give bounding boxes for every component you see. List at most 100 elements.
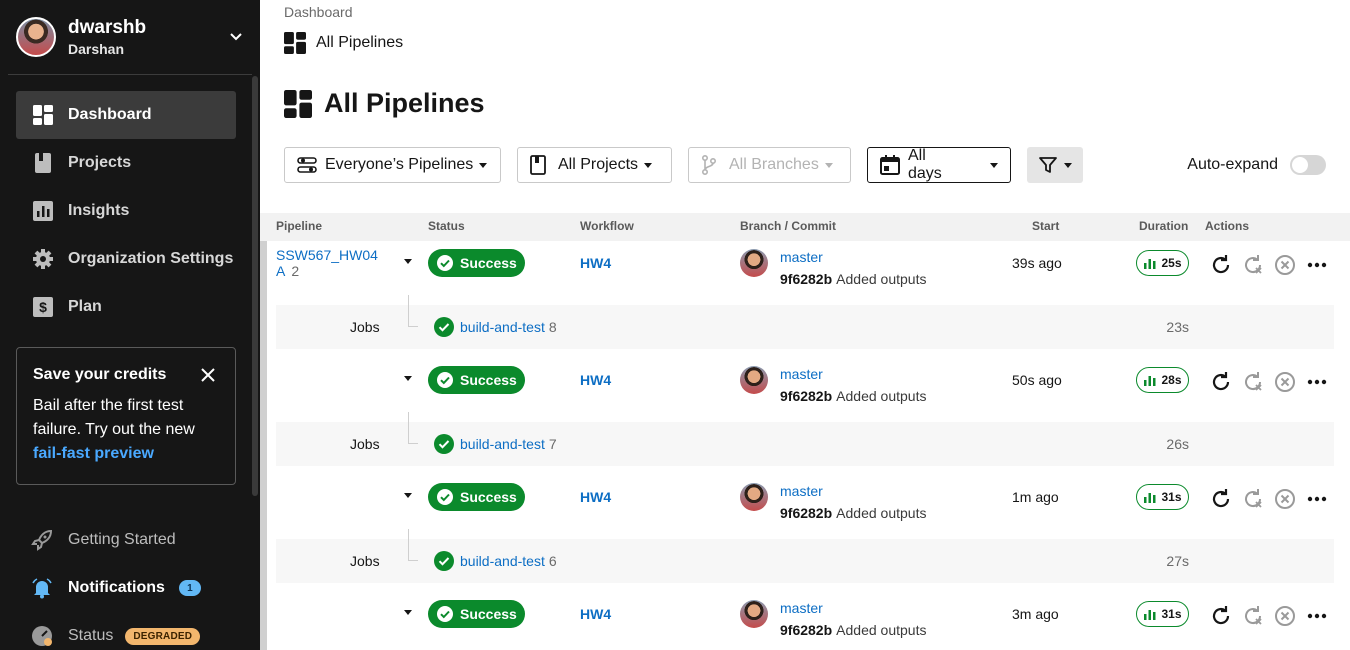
check-circle-icon [436,488,454,506]
check-circle-icon [436,371,454,389]
rerun-failed-icon[interactable] [1241,487,1265,511]
workflow-link[interactable]: HW4 [580,489,611,505]
commit-message: Added outputs [836,388,927,404]
close-icon[interactable] [199,366,217,384]
duration-badge[interactable]: 28s [1136,367,1189,393]
rerun-failed-icon[interactable] [1241,370,1265,394]
fail-fast-link[interactable]: fail-fast preview [33,445,154,462]
duration-badge[interactable]: 25s [1136,250,1189,276]
cancel-icon[interactable] [1273,604,1297,628]
more-options-icon[interactable] [1305,370,1329,394]
sidebar-scrollbar[interactable] [252,76,258,496]
user-name: dwarshb [68,17,147,38]
commit-message: Added outputs [836,622,927,638]
days-filter-dropdown[interactable]: All days [867,147,1011,183]
sidebar-item-insights[interactable]: Insights [16,187,236,235]
duration-value: 28s [1161,373,1182,387]
status-badge[interactable]: Success [428,366,525,394]
chart-icon [32,200,54,222]
breadcrumb[interactable]: Dashboard [284,4,353,20]
expand-caret-icon[interactable] [404,376,412,381]
row-actions [1209,487,1334,511]
advanced-filter-button[interactable] [1027,147,1083,183]
cancel-icon[interactable] [1273,370,1297,394]
job-link[interactable]: build-and-test 8 [460,319,557,335]
sidebar-item-label: Getting Started [68,531,176,548]
status-badge: DEGRADED [125,627,201,645]
branch-link[interactable]: master [780,483,823,499]
status-badge[interactable]: Success [428,600,525,628]
org-name: Darshan [68,41,125,57]
jobs-label: Jobs [350,553,380,569]
workflow-link[interactable]: HW4 [580,372,611,388]
commit-info[interactable]: 9f6282b Added outputs [780,271,926,287]
commit-info[interactable]: 9f6282b Added outputs [780,622,926,638]
page-title: All Pipelines [284,88,485,119]
duration-value: 31s [1161,607,1182,621]
table-row[interactable]: Success HW4 master 9f6282b Added outputs 1m a… [276,475,1334,533]
more-options-icon[interactable] [1305,604,1329,628]
branch-link[interactable]: master [780,249,823,265]
more-options-icon[interactable] [1305,487,1329,511]
main-scrollbar[interactable] [260,241,267,650]
rerun-failed-icon[interactable] [1241,604,1265,628]
check-circle-icon [434,434,454,454]
more-options-icon[interactable] [1305,253,1329,277]
auto-expand-toggle[interactable] [1290,155,1326,175]
job-name: build-and-test [460,319,545,335]
sidebar-item-label: Organization Settings [68,250,234,267]
user-switcher[interactable]: dwarshb Darshan [16,14,248,60]
sidebar-item-projects[interactable]: Projects [16,139,236,187]
avatar [740,249,768,277]
caret-down-icon [644,162,653,168]
sidebar-item-plan[interactable]: $ Plan [16,283,236,331]
rerun-icon[interactable] [1209,487,1233,511]
table-row[interactable]: Success HW4 master 9f6282b Added outputs 50s … [276,358,1334,416]
cancel-icon[interactable] [1273,253,1297,277]
breadcrumb-current: All Pipelines [284,32,403,54]
job-link[interactable]: build-and-test 6 [460,553,557,569]
duration-badge[interactable]: 31s [1136,601,1189,627]
page-title-text: All Pipelines [324,88,485,118]
avatar [740,483,768,511]
workflow-link[interactable]: HW4 [580,255,611,271]
expand-caret-icon[interactable] [404,259,412,264]
branch-link[interactable]: master [780,366,823,382]
row-actions [1209,370,1334,394]
table-row[interactable]: Success HW4 master 9f6282b Added outputs 3m a… [276,592,1334,650]
rerun-failed-icon[interactable] [1241,253,1265,277]
table-row[interactable]: SSW567_HW04A 2 Success HW4 master 9f6282b Adde… [276,241,1334,299]
book-icon [530,155,550,175]
branch-link[interactable]: master [780,600,823,616]
rerun-icon[interactable] [1209,253,1233,277]
commit-info[interactable]: 9f6282b Added outputs [780,388,926,404]
pipelines-filter-label: Everyone’s Pipelines [325,156,474,173]
start-time: 1m ago [1012,489,1059,505]
sidebar-item-dashboard[interactable]: Dashboard [16,91,236,139]
status-badge[interactable]: Success [428,249,525,277]
avatar [16,17,56,57]
rerun-icon[interactable] [1209,604,1233,628]
sidebar-item-status[interactable]: Status DEGRADED [30,612,240,650]
expand-caret-icon[interactable] [404,610,412,615]
rerun-icon[interactable] [1209,370,1233,394]
workflow-link[interactable]: HW4 [580,606,611,622]
col-workflow: Workflow [580,219,634,233]
projects-filter-dropdown[interactable]: All Projects [517,147,672,183]
start-time: 39s ago [1012,255,1062,271]
job-number: 8 [548,319,557,335]
status-badge[interactable]: Success [428,483,525,511]
commit-info[interactable]: 9f6282b Added outputs [780,505,926,521]
sidebar-item-getting-started[interactable]: Getting Started [30,516,240,564]
sidebar-item-notifications[interactable]: Notifications 1 [30,564,240,612]
pipelines-filter-dropdown[interactable]: Everyone’s Pipelines [284,147,501,183]
expand-caret-icon[interactable] [404,493,412,498]
pipeline-link[interactable]: SSW567_HW04A 2 [276,247,386,279]
sidebar-item-organization-settings[interactable]: Organization Settings [16,235,236,283]
branches-filter-dropdown[interactable]: All Branches [688,147,851,183]
cancel-icon[interactable] [1273,487,1297,511]
avatar [740,600,768,628]
promo-body: Bail after the first test failure. Try o… [33,397,195,438]
duration-badge[interactable]: 31s [1136,484,1189,510]
job-link[interactable]: build-and-test 7 [460,436,557,452]
